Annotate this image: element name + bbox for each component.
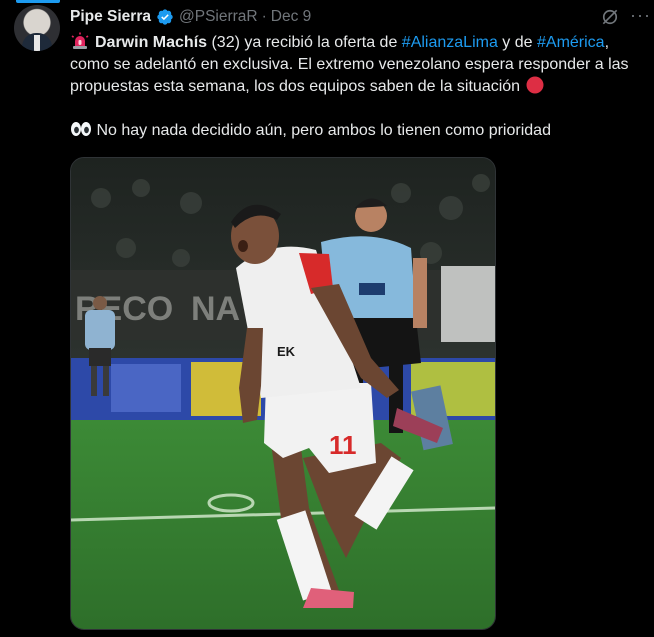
header-separator: ·: [261, 8, 267, 25]
soccer-player-photo: RECO NA EK 11: [71, 158, 495, 629]
tweet-paragraph-2: No hay nada decidido aún, pero ambos lo …: [70, 120, 646, 142]
tweet-text-segment-2: y de: [497, 34, 537, 51]
jersey-sponsor-text: EK: [277, 344, 296, 359]
hashtag-america[interactable]: #América: [537, 34, 605, 51]
tweet-paragraph-1: Darwin Machís (32) ya recibió la oferta …: [70, 32, 646, 98]
tweet[interactable]: Pipe Sierra @PSierraR · Dec 9 ··· Darwin…: [0, 0, 654, 637]
hashtag-alianza-lima[interactable]: #AlianzaLima: [402, 34, 498, 51]
eyes-emoji: [71, 122, 91, 136]
avatar-shirt-shape: [34, 35, 40, 51]
more-icon[interactable]: ···: [630, 6, 650, 24]
verified-badge-icon: [157, 9, 173, 25]
grok-icon[interactable]: [600, 7, 620, 27]
siren-emoji: [71, 32, 89, 49]
tweet-media-photo[interactable]: RECO NA EK 11: [70, 157, 496, 630]
tweet-text-line-2: No hay nada decidido aún, pero ambos lo …: [92, 122, 551, 139]
svg-text:NA: NA: [191, 290, 240, 328]
tweet-text: Darwin Machís (32) ya recibió la oferta …: [70, 32, 646, 142]
tweet-date[interactable]: Dec 9: [271, 8, 312, 26]
tweet-text-segment-1: (32) ya recibió la oferta de: [207, 34, 402, 51]
red-circle-emoji: [526, 76, 544, 94]
player-name: Darwin Machís: [95, 34, 208, 51]
author-name[interactable]: Pipe Sierra: [70, 8, 151, 26]
tweet-header: Pipe Sierra @PSierraR · Dec 9: [70, 6, 311, 28]
jersey-number: 11: [329, 430, 357, 460]
author-handle[interactable]: @PSierraR: [179, 8, 258, 26]
avatar[interactable]: [14, 5, 60, 51]
